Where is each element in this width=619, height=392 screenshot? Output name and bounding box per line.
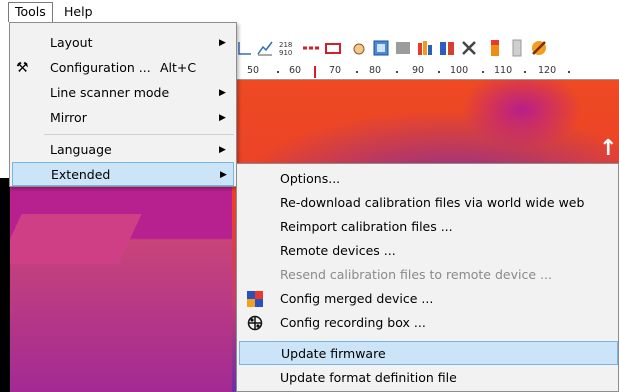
merged-device-icon	[247, 291, 263, 307]
thermal-image-left[interactable]	[10, 178, 232, 392]
menu-item-config-merged-device[interactable]: Config merged device ...	[239, 287, 618, 311]
menu-item-update-firmware[interactable]: Update firmware	[239, 341, 618, 365]
menu-item-remote-devices[interactable]: Remote devices ...	[239, 239, 618, 263]
gray-palette-icon[interactable]	[508, 39, 526, 57]
pixel-ruler: 50 60 70 80 90 100 110 120	[232, 64, 619, 80]
menu-item-label: Line scanner mode	[50, 85, 170, 100]
menu-item-config-recording-box[interactable]: Config recording box ...	[239, 311, 618, 335]
submenu-arrow-icon: ▶	[220, 170, 227, 180]
menu-item-update-format-definition[interactable]: Update format definition file	[239, 366, 618, 390]
ruler-label: 100	[450, 65, 469, 76]
menu-item-label: Options...	[280, 171, 341, 186]
up-arrow-icon: ↑	[599, 136, 618, 161]
menu-item-label: Reimport calibration files ...	[280, 219, 453, 234]
cursor-marker	[314, 66, 316, 78]
extended-submenu: Options... Re-download calibration files…	[236, 163, 619, 392]
ruler-tick	[482, 71, 484, 73]
menu-bar: Tools Help	[0, 0, 619, 22]
menu-item-line-scanner-mode[interactable]: Line scanner mode ▶	[12, 81, 234, 105]
menu-item-reimport-calibration[interactable]: Reimport calibration files ...	[239, 215, 618, 239]
ruler-label: 110	[494, 65, 513, 76]
menu-item-label: Configuration ...	[50, 60, 151, 75]
tools-icon[interactable]	[460, 39, 478, 57]
dashed-line-icon[interactable]	[302, 39, 320, 57]
area-icon[interactable]	[324, 39, 342, 57]
layout-icon[interactable]	[236, 39, 254, 57]
menu-separator	[44, 134, 234, 135]
menu-item-resend-calibration[interactable]: Resend calibration files to remote devic…	[239, 263, 618, 287]
submenu-arrow-icon: ▶	[219, 88, 226, 98]
submenu-arrow-icon: ▶	[219, 113, 226, 123]
ruler-label: 80	[369, 65, 382, 76]
digits-icon[interactable]: 218910	[278, 39, 296, 57]
menu-item-shortcut: Alt+C	[160, 60, 197, 75]
color-bars-icon[interactable]	[416, 39, 434, 57]
menu-item-mirror[interactable]: Mirror ▶	[12, 106, 234, 130]
submenu-arrow-icon: ▶	[219, 38, 226, 48]
ruler-tick	[438, 71, 440, 73]
menu-item-label: Layout	[50, 35, 93, 50]
menu-item-language[interactable]: Language ▶	[12, 138, 234, 162]
menu-item-label: Mirror	[50, 110, 87, 125]
ruler-label: 120	[538, 65, 557, 76]
merged-bars-icon[interactable]	[438, 39, 456, 57]
ruler-label: 50	[247, 65, 260, 76]
ruler-tick	[524, 71, 526, 73]
hand-icon[interactable]	[350, 39, 368, 57]
menu-item-layout[interactable]: Layout ▶	[12, 31, 234, 55]
grid-select-icon[interactable]	[372, 39, 390, 57]
menu-item-label: Resend calibration files to remote devic…	[280, 267, 552, 282]
menu-tools[interactable]: Tools	[8, 2, 53, 22]
recording-box-icon	[247, 315, 263, 331]
submenu-arrow-icon: ▶	[219, 145, 226, 155]
menu-help[interactable]: Help	[58, 3, 99, 21]
palette-icon[interactable]	[486, 39, 504, 57]
disabled-palette-icon[interactable]	[530, 39, 548, 57]
tools-menu: Layout ▶ ⚒ Configuration ... Alt+C Line …	[9, 22, 237, 187]
ruler-tick	[568, 71, 570, 73]
menu-item-extended[interactable]: Extended ▶	[12, 162, 234, 186]
gray-block-icon[interactable]	[394, 39, 412, 57]
ruler-tick	[277, 71, 279, 73]
ruler-tick	[356, 71, 358, 73]
menu-item-label: Language	[50, 142, 112, 157]
menu-item-label: Re-download calibration files via world …	[280, 195, 585, 210]
menu-item-options[interactable]: Options...	[239, 167, 618, 191]
svg-text:218: 218	[279, 41, 292, 49]
image-border	[0, 178, 10, 392]
svg-text:910: 910	[279, 49, 292, 57]
menu-item-configuration[interactable]: ⚒ Configuration ... Alt+C	[12, 56, 234, 80]
menu-item-redownload-calibration[interactable]: Re-download calibration files via world …	[239, 191, 618, 215]
menu-item-label: Update format definition file	[280, 370, 457, 385]
menu-item-label: Update firmware	[281, 346, 386, 361]
menu-item-label: Extended	[51, 167, 111, 182]
menu-item-label: Remote devices ...	[280, 243, 396, 258]
ruler-label: 90	[412, 65, 425, 76]
ruler-label: 60	[289, 65, 302, 76]
toolbar: 218 910	[230, 36, 619, 62]
menu-item-label: Config merged device ...	[280, 291, 434, 306]
ruler-label: 70	[329, 65, 342, 76]
menu-item-label: Config recording box ...	[280, 315, 426, 330]
line-chart-icon[interactable]	[256, 39, 274, 57]
tools-icon: ⚒	[16, 60, 29, 76]
ruler-tick	[396, 71, 398, 73]
